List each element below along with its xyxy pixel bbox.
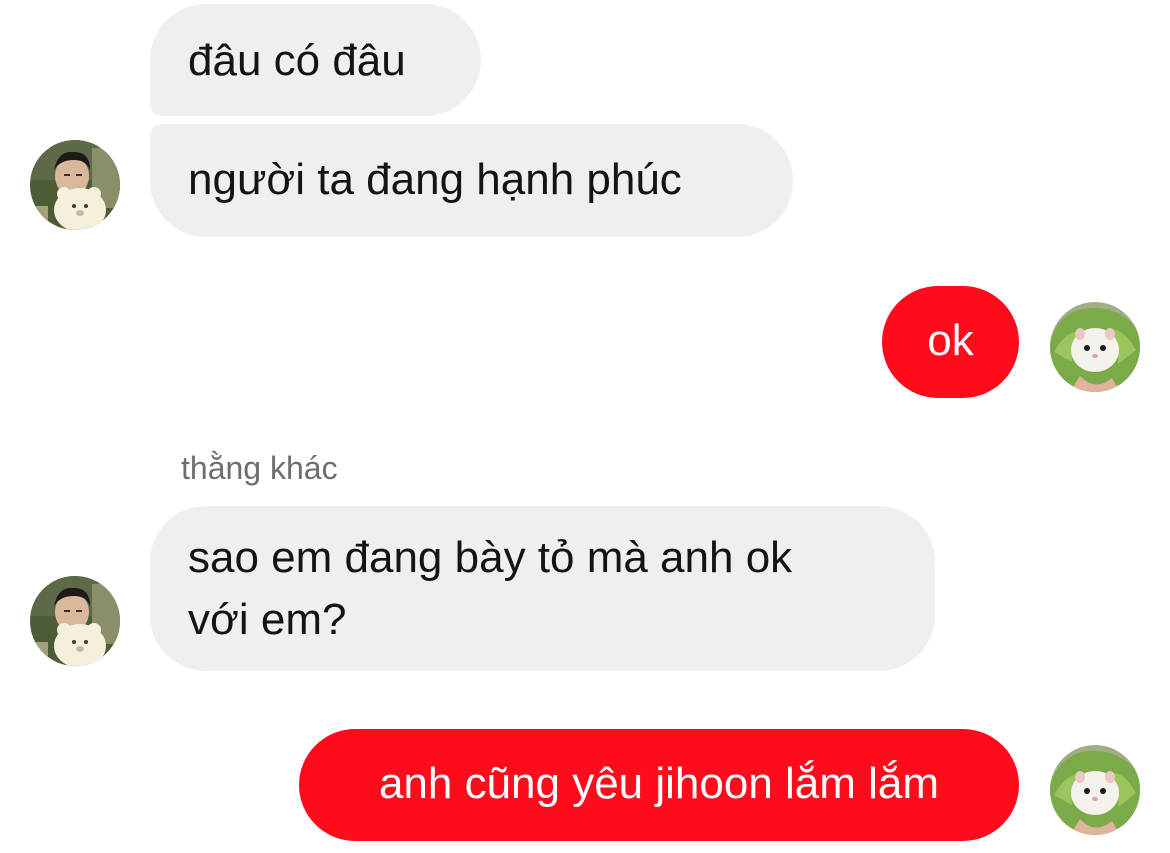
my-avatar[interactable] bbox=[1050, 745, 1140, 835]
message-text: người ta đang hạnh phúc bbox=[188, 155, 682, 204]
my-avatar[interactable] bbox=[1050, 302, 1140, 392]
child-with-teddy-bear-avatar-icon bbox=[30, 576, 120, 666]
contact-avatar[interactable] bbox=[30, 576, 120, 666]
message-bubble-outgoing[interactable]: ok bbox=[882, 286, 1019, 398]
child-with-teddy-bear-avatar-icon bbox=[30, 140, 120, 230]
message-bubble-incoming[interactable]: sao em đang bày tỏ mà anh ok với em? bbox=[150, 506, 935, 671]
message-bubble-outgoing[interactable]: anh cũng yêu jihoon lắm lắm bbox=[299, 729, 1019, 841]
message-bubble-incoming[interactable]: người ta đang hạnh phúc bbox=[150, 124, 793, 237]
message-text: anh cũng yêu jihoon lắm lắm bbox=[378, 759, 940, 808]
message-text: ok bbox=[927, 316, 974, 365]
sender-name-label: thằng khác bbox=[181, 450, 338, 486]
message-text: đâu có đâu bbox=[188, 36, 406, 85]
message-text: sao em đang bày tỏ mà anh ok bbox=[188, 533, 793, 582]
hamster-in-lettuce-avatar-icon bbox=[1050, 302, 1140, 392]
chat-screen: { "conversation": { "messages": [ {"text… bbox=[0, 0, 1170, 853]
message-text-line-2: với em? bbox=[188, 595, 347, 644]
hamster-in-lettuce-avatar-icon bbox=[1050, 745, 1140, 835]
contact-avatar[interactable] bbox=[30, 140, 120, 230]
message-bubble-incoming[interactable]: đâu có đâu bbox=[150, 4, 481, 116]
